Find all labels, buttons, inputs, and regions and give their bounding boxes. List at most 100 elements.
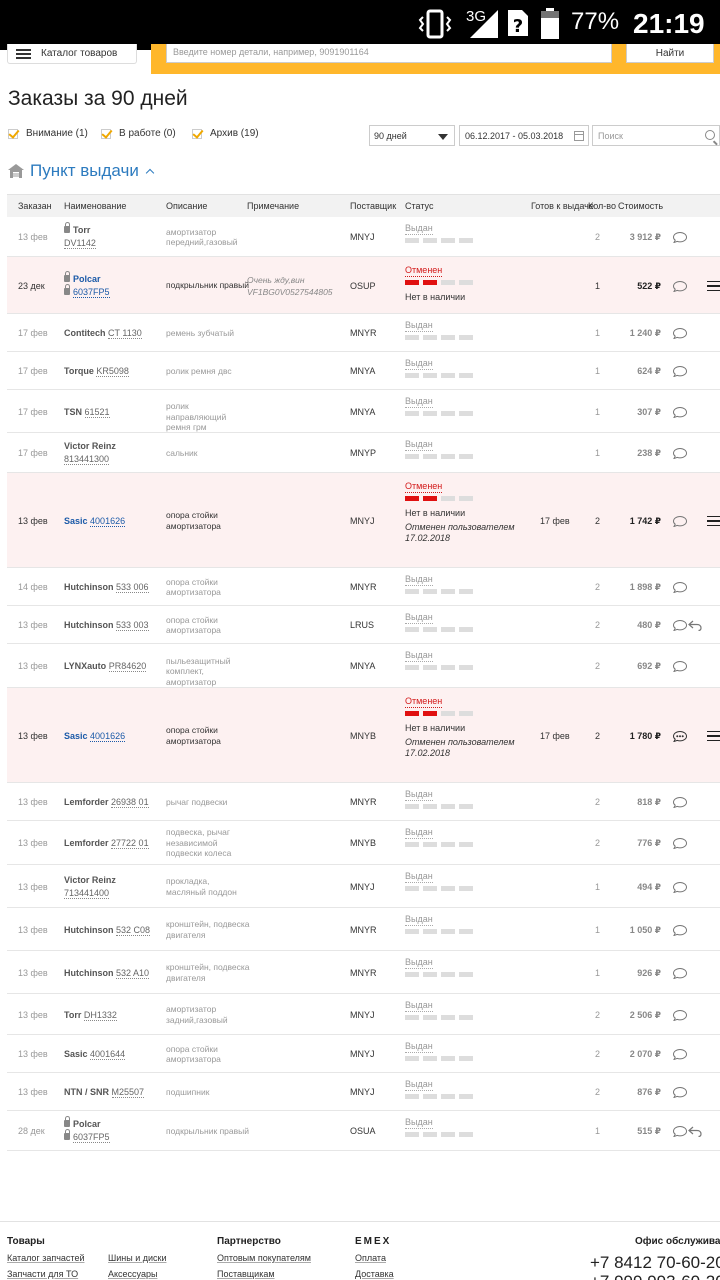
status-label[interactable]: Выдан bbox=[405, 223, 433, 235]
status-label[interactable]: Выдан bbox=[405, 1000, 433, 1012]
status-label[interactable]: Выдан bbox=[405, 1117, 433, 1129]
comment-icon[interactable] bbox=[672, 406, 688, 418]
item-name[interactable]: Lemforder 26938 01 bbox=[64, 796, 164, 809]
status-label[interactable]: Выдан bbox=[405, 827, 433, 839]
item-name[interactable]: Sasic 4001626 bbox=[64, 730, 164, 743]
row-menu-icon[interactable] bbox=[707, 280, 720, 292]
footer-link-wholesale[interactable]: Оптовым покупателям bbox=[217, 1253, 311, 1263]
item-part-number[interactable]: M25507 bbox=[111, 1087, 145, 1098]
status-label[interactable]: Отменен bbox=[405, 696, 443, 708]
comment-icon[interactable] bbox=[672, 515, 688, 527]
item-part-number[interactable]: DH1332 bbox=[83, 1009, 117, 1021]
comment-icon[interactable] bbox=[672, 881, 688, 893]
footer-link-delivery[interactable]: Доставка bbox=[355, 1269, 394, 1279]
search-icon[interactable] bbox=[705, 130, 715, 140]
item-part-number[interactable]: CT 1130 bbox=[108, 328, 142, 339]
status-label[interactable]: Выдан bbox=[405, 574, 433, 586]
status-label[interactable]: Выдан bbox=[405, 650, 433, 662]
item-part-number[interactable]: 813441300 bbox=[64, 454, 110, 465]
item-part-number[interactable]: 533 006 bbox=[116, 582, 149, 593]
return-icon[interactable] bbox=[688, 1126, 702, 1138]
comment-icon[interactable] bbox=[672, 1048, 688, 1061]
status-label[interactable]: Выдан bbox=[405, 439, 433, 451]
item-name[interactable]: Contitech CT 1130 bbox=[64, 327, 164, 340]
checkbox-checked-icon[interactable] bbox=[192, 128, 202, 139]
comment-icon[interactable] bbox=[672, 619, 688, 632]
comment-icon[interactable] bbox=[672, 327, 688, 340]
item-part-number[interactable]: 26938 01 bbox=[111, 797, 149, 808]
comment-icon[interactable] bbox=[672, 365, 688, 378]
comment-icon[interactable] bbox=[672, 837, 688, 850]
item-name[interactable]: Polcar 6037FP5 bbox=[64, 270, 164, 299]
item-part-number[interactable]: DV1142 bbox=[64, 238, 96, 249]
status-label[interactable]: Выдан bbox=[405, 789, 433, 801]
comment-icon[interactable] bbox=[672, 231, 688, 244]
item-part-number[interactable]: PR84620 bbox=[108, 661, 147, 672]
filter-in-work[interactable]: В работе (0) bbox=[101, 128, 176, 139]
status-label[interactable]: Выдан bbox=[405, 612, 433, 624]
item-part-number[interactable]: 532 C08 bbox=[116, 924, 151, 936]
footer-link-catalog[interactable]: Каталог запчастей bbox=[7, 1253, 84, 1263]
status-label[interactable]: Выдан bbox=[405, 320, 433, 332]
item-part-number[interactable]: 713441400 bbox=[64, 887, 110, 899]
status-label[interactable]: Выдан bbox=[405, 358, 433, 370]
item-name[interactable]: Torr DH1332 bbox=[64, 1009, 164, 1022]
footer-link-payment[interactable]: Оплата bbox=[355, 1253, 386, 1263]
filter-archive[interactable]: Архив (19) bbox=[192, 128, 259, 139]
item-name[interactable]: Sasic 4001626 bbox=[64, 515, 164, 528]
item-name[interactable]: Torque KR5098 bbox=[64, 365, 164, 378]
status-label[interactable]: Выдан bbox=[405, 957, 433, 969]
item-name[interactable]: Torr DV1142 bbox=[64, 222, 164, 250]
comment-icon[interactable] bbox=[672, 924, 688, 936]
status-label[interactable]: Отменен bbox=[405, 481, 443, 493]
status-label[interactable]: Выдан bbox=[405, 1079, 433, 1091]
item-part-number[interactable]: 6037FP5 bbox=[73, 286, 110, 298]
item-name[interactable]: Hutchinson 532 C08 bbox=[64, 924, 164, 937]
item-name[interactable]: Hutchinson 532 A10 bbox=[64, 967, 164, 980]
item-part-number[interactable]: KR5098 bbox=[96, 366, 129, 377]
item-name[interactable]: Lemforder 27722 01 bbox=[64, 837, 164, 850]
comment-icon[interactable] bbox=[672, 1009, 688, 1021]
item-name[interactable]: LYNXauto PR84620 bbox=[64, 660, 164, 673]
comment-icon[interactable] bbox=[672, 1125, 688, 1138]
item-name[interactable]: Hutchinson 533 003 bbox=[64, 619, 164, 632]
part-search-input[interactable]: Введите номер детали, например, 90919011… bbox=[166, 44, 612, 63]
item-part-number[interactable]: 532 A10 bbox=[116, 967, 150, 979]
status-label[interactable]: Выдан bbox=[405, 396, 433, 408]
comment-icon[interactable] bbox=[672, 660, 688, 673]
status-label[interactable]: Выдан bbox=[405, 871, 433, 883]
item-name[interactable]: Victor Reinz 813441300 bbox=[64, 440, 164, 466]
comment-icon[interactable] bbox=[672, 730, 688, 742]
comment-icon[interactable] bbox=[672, 581, 688, 594]
item-name[interactable]: NTN / SNR M25507 bbox=[64, 1086, 164, 1099]
footer-phone-1[interactable]: +7 8412 70-60-20 bbox=[590, 1253, 720, 1273]
item-part-number[interactable]: 533 003 bbox=[116, 620, 149, 631]
date-range-input[interactable]: 06.12.2017 - 05.03.2018 bbox=[459, 125, 589, 146]
item-part-number[interactable]: 4001626 bbox=[90, 515, 126, 527]
item-name[interactable]: Victor Reinz 713441400 bbox=[64, 874, 164, 900]
checkbox-checked-icon[interactable] bbox=[101, 128, 111, 139]
item-name[interactable]: TSN 61521 bbox=[64, 406, 164, 419]
item-part-number[interactable]: 4001644 bbox=[90, 1049, 126, 1060]
calendar-icon[interactable] bbox=[574, 131, 584, 141]
comment-icon[interactable] bbox=[672, 796, 688, 809]
item-part-number[interactable]: 27722 01 bbox=[111, 838, 149, 849]
status-label[interactable]: Выдан bbox=[405, 914, 433, 926]
orders-search-input[interactable]: Поиск bbox=[592, 125, 720, 146]
comment-icon[interactable] bbox=[672, 280, 688, 292]
row-menu-icon[interactable] bbox=[707, 730, 720, 742]
catalog-button[interactable]: Каталог товаров bbox=[7, 44, 137, 64]
footer-link-tires[interactable]: Шины и диски bbox=[108, 1253, 167, 1263]
comment-icon[interactable] bbox=[672, 1086, 688, 1099]
item-name[interactable]: Sasic 4001644 bbox=[64, 1048, 164, 1061]
period-select[interactable]: 90 дней bbox=[369, 125, 455, 146]
item-name[interactable]: Polcar 6037FP5 bbox=[64, 1116, 164, 1144]
status-label[interactable]: Отменен bbox=[405, 265, 443, 277]
status-label[interactable]: Выдан bbox=[405, 1041, 433, 1053]
find-button[interactable]: Найти bbox=[626, 44, 714, 63]
row-menu-icon[interactable] bbox=[707, 515, 720, 527]
item-part-number[interactable]: 4001626 bbox=[90, 730, 126, 742]
footer-link-accessories[interactable]: Аксессуары bbox=[108, 1269, 157, 1279]
checkbox-checked-icon[interactable] bbox=[8, 128, 18, 139]
pickup-point-toggle[interactable]: Пункт выдачи bbox=[8, 159, 155, 183]
